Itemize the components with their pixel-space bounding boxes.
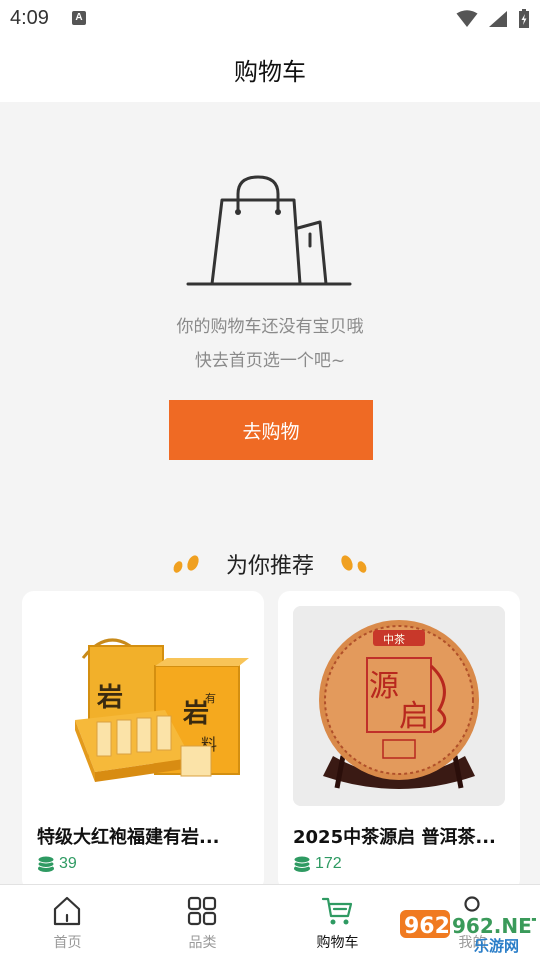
recommend-title: 为你推荐 (225, 554, 314, 579)
product-name: 2025中茶源启 普洱茶... (293, 827, 496, 848)
status-bar: 4:09 A (0, 0, 540, 38)
price-value: 39 (59, 855, 77, 872)
watermark-logo: 962 962.NET 乐游网 (400, 910, 536, 954)
tab-label: 首页 (53, 935, 82, 951)
tab-cart[interactable]: 购物车 (270, 885, 405, 960)
product-name: 特级大红袍福建有岩... (37, 827, 220, 848)
svg-text:岩: 岩 (96, 683, 123, 713)
watermark-text: 962.NET (452, 914, 536, 938)
product-card[interactable]: 岩 有 岩 料 特级大红袍福建有岩... 39 (22, 591, 264, 891)
price-value: 172 (315, 855, 342, 872)
cart-icon (321, 897, 353, 925)
empty-cart-hint: 快去首页选一个吧~ (194, 351, 346, 371)
shopping-bag-icon (186, 175, 352, 286)
product-image: 岩 有 岩 料 (37, 606, 249, 806)
leaf-decoration-icon (341, 555, 367, 573)
product-price: 39 (37, 855, 77, 873)
svg-text:962: 962 (404, 914, 450, 939)
wifi-icon (456, 10, 478, 27)
tab-label: 购物车 (316, 935, 359, 951)
tea-giftbox-image: 岩 有 岩 料 (37, 606, 249, 806)
status-time: 4:09 (10, 7, 49, 29)
svg-text:启: 启 (399, 699, 429, 734)
svg-text:源: 源 (369, 669, 399, 704)
product-price: 172 (293, 855, 342, 873)
tab-category[interactable]: 品类 (135, 885, 270, 960)
coin-stack-icon (37, 855, 55, 872)
watermark-subtext: 乐游网 (474, 937, 519, 954)
puer-tea-cake-image: 中茶 源 启 (293, 606, 505, 806)
empty-cart-message: 你的购物车还没有宝贝哦 (176, 317, 364, 337)
status-icons (456, 7, 530, 31)
page-title: 购物车 (234, 58, 306, 86)
go-shopping-button[interactable]: 去购物 (169, 400, 373, 460)
home-icon (53, 896, 81, 926)
product-card[interactable]: 中茶 源 启 2025中茶源启 普洱茶... 172 (278, 591, 520, 891)
tab-label: 品类 (188, 935, 217, 951)
battery-icon (519, 9, 529, 28)
svg-text:中茶: 中茶 (383, 633, 405, 646)
notification-icon: A (72, 11, 86, 25)
tab-home[interactable]: 首页 (0, 885, 135, 960)
grid-icon (187, 896, 217, 926)
coin-stack-icon (293, 855, 311, 872)
product-image: 中茶 源 启 (293, 606, 505, 806)
recommend-header: 为你推荐 (0, 547, 540, 581)
leaf-decoration-icon (173, 555, 199, 573)
svg-text:岩: 岩 (182, 699, 209, 729)
cellular-signal-icon (489, 11, 507, 27)
title-bar: 购物车 (0, 38, 540, 102)
